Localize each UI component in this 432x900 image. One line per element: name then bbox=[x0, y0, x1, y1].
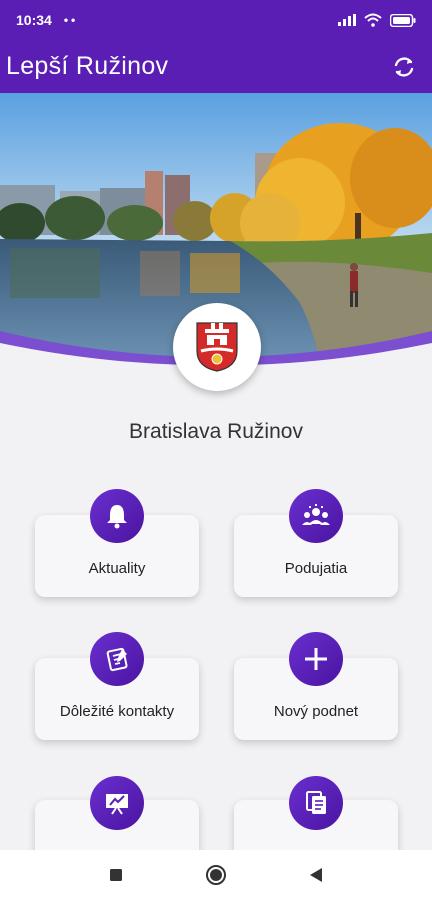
refresh-icon bbox=[394, 56, 414, 77]
status-icons bbox=[338, 13, 416, 27]
recents-icon bbox=[110, 869, 122, 881]
menu-card-label: Nový podnet bbox=[273, 703, 359, 720]
status-dots: •• bbox=[63, 13, 79, 27]
menu-card-label: Podujatia bbox=[284, 560, 348, 577]
menu-card-label: Aktuality bbox=[88, 560, 146, 577]
bell-icon[interactable] bbox=[90, 489, 144, 543]
app-bar: Lepší Ružinov bbox=[0, 40, 432, 93]
menu-card-label: Dôležité kontakty bbox=[59, 703, 175, 720]
home-button[interactable] bbox=[201, 860, 231, 890]
app-title: Lepší Ružinov bbox=[6, 52, 169, 80]
notes-icon[interactable] bbox=[90, 632, 144, 686]
back-button[interactable] bbox=[301, 860, 331, 890]
coat-of-arms-icon bbox=[196, 322, 238, 372]
home-icon bbox=[206, 865, 226, 885]
presentation-icon[interactable] bbox=[90, 776, 144, 830]
status-bar: 10:34 •• bbox=[0, 0, 432, 40]
documents-icon[interactable] bbox=[289, 776, 343, 830]
people-icon[interactable] bbox=[289, 489, 343, 543]
recents-button[interactable] bbox=[101, 860, 131, 890]
status-left: 10:34 •• bbox=[16, 12, 78, 28]
system-navigation-bar bbox=[0, 850, 432, 900]
back-icon bbox=[310, 868, 322, 882]
signal-icon bbox=[338, 14, 356, 26]
status-time: 10:34 bbox=[16, 12, 52, 28]
wifi-icon bbox=[364, 13, 382, 27]
city-name: Bratislava Ružinov bbox=[129, 420, 303, 443]
refresh-button[interactable] bbox=[384, 47, 424, 87]
coat-of-arms-emblem bbox=[173, 303, 261, 391]
battery-icon bbox=[390, 13, 416, 27]
plus-icon[interactable] bbox=[289, 632, 343, 686]
